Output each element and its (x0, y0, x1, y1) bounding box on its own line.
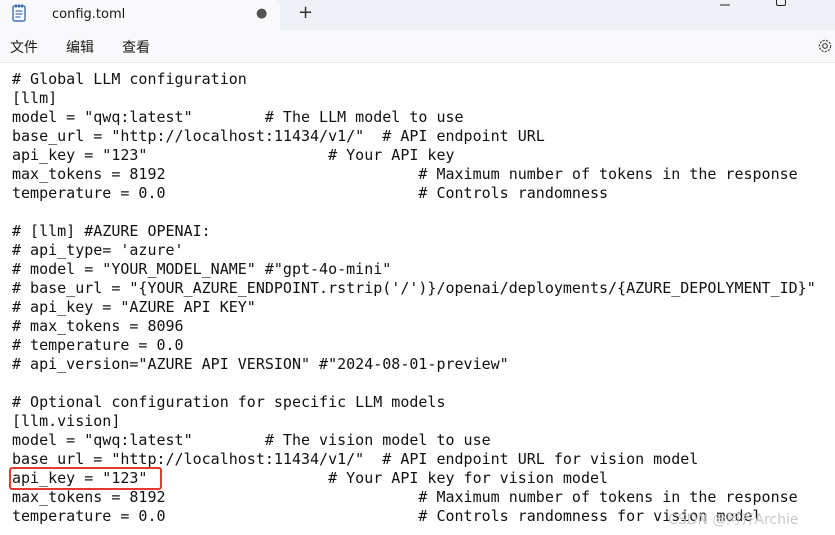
code-line[interactable]: # max_tokens = 8096 (12, 317, 816, 336)
code-line[interactable]: max_tokens = 8192 # Maximum number of to… (12, 165, 816, 184)
tab-title: config.toml (52, 7, 126, 22)
title-bar: config.toml ● + (0, 0, 835, 30)
code-line[interactable]: # [llm] #AZURE OPENAI: (12, 222, 816, 241)
code-line[interactable]: [llm.vision] (12, 412, 816, 431)
minimize-icon[interactable] (719, 0, 731, 8)
code-text[interactable]: # Global LLM configuration [llm] model = "… (12, 70, 816, 526)
code-line[interactable]: model = "qwq:latest" # The LLM model to … (12, 108, 816, 127)
code-line[interactable]: # model = "YOUR_MODEL_NAME" #"gpt-4o-min… (12, 260, 816, 279)
tab-config-toml[interactable]: config.toml ● (0, 0, 280, 30)
code-line[interactable]: [llm] (12, 89, 816, 108)
code-line[interactable] (12, 203, 816, 222)
code-line[interactable]: max_tokens = 8192 # Maximum number of to… (12, 488, 816, 507)
code-line[interactable]: # temperature = 0.0 (12, 336, 816, 355)
unsaved-indicator[interactable]: ● (256, 6, 267, 21)
code-line[interactable]: # api_key = "AZURE API KEY" (12, 298, 816, 317)
maximize-icon[interactable] (776, 0, 786, 7)
code-line[interactable]: # api_version="AZURE API VERSION" #"2024… (12, 355, 816, 374)
menu-view[interactable]: 查看 (122, 37, 150, 57)
document-icon (12, 4, 26, 22)
code-line[interactable]: model = "qwq:latest" # The vision model … (12, 431, 816, 450)
code-line[interactable]: api_key = "123" # Your API key (12, 146, 816, 165)
code-line[interactable] (12, 374, 816, 393)
code-line[interactable]: # Optional configuration for specific LL… (12, 393, 816, 412)
menu-file[interactable]: 文件 (10, 37, 38, 57)
watermark: CSDN @阿齐Archie (668, 512, 799, 528)
code-line[interactable]: # api_type= 'azure' (12, 241, 816, 260)
code-line[interactable]: # Global LLM configuration (12, 70, 816, 89)
editor-area[interactable]: # Global LLM configuration [llm] model = "… (0, 63, 835, 535)
api-key-highlight-box (9, 467, 162, 490)
menu-bar: 文件 编辑 查看 (0, 30, 835, 63)
code-line[interactable]: temperature = 0.0 # Controls randomness (12, 184, 816, 203)
code-line[interactable]: # base_url = "{YOUR_AZURE_ENDPOINT.rstri… (12, 279, 816, 298)
code-line[interactable]: base_url = "http://localhost:11434/v1/" … (12, 127, 816, 146)
gear-icon[interactable] (816, 37, 834, 55)
new-tab-button[interactable]: + (298, 3, 313, 23)
menu-edit[interactable]: 编辑 (66, 37, 94, 57)
